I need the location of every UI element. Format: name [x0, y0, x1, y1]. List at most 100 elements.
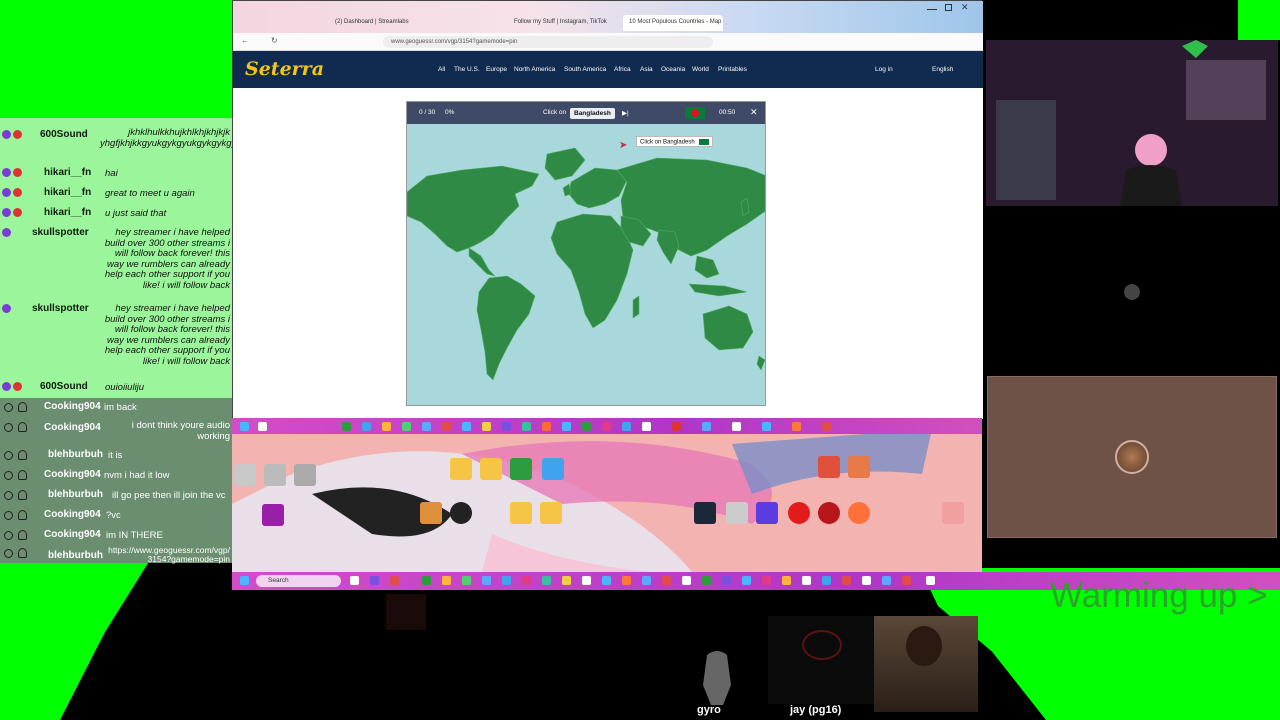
- app-icon[interactable]: [562, 576, 571, 585]
- app-icon[interactable]: [482, 576, 491, 585]
- app-icon[interactable]: [542, 576, 551, 585]
- folder-icon[interactable]: [480, 458, 502, 480]
- folder-icon[interactable]: [540, 502, 562, 524]
- desktop-icon[interactable]: [942, 502, 964, 524]
- app-icon[interactable]: [842, 576, 851, 585]
- nav-item[interactable]: North America: [514, 66, 555, 73]
- app-icon[interactable]: [462, 422, 471, 431]
- app-icon[interactable]: [522, 422, 531, 431]
- desktop-icon[interactable]: [294, 464, 316, 486]
- app-icon[interactable]: [622, 422, 631, 431]
- desktop-icon[interactable]: [848, 456, 870, 478]
- start-icon[interactable]: [240, 576, 249, 585]
- world-map[interactable]: [407, 124, 766, 406]
- maximize-icon[interactable]: [945, 4, 952, 11]
- app-icon[interactable]: [370, 576, 379, 585]
- nav-item[interactable]: All: [438, 66, 445, 73]
- nav-item[interactable]: World: [692, 66, 709, 73]
- app-icon[interactable]: [390, 576, 399, 585]
- app-icon[interactable]: [642, 422, 651, 431]
- app-icon[interactable]: [792, 422, 801, 431]
- desktop-icon[interactable]: [262, 504, 284, 526]
- folder-icon[interactable]: [450, 458, 472, 480]
- app-icon[interactable]: [926, 576, 935, 585]
- site-logo[interactable]: Seterra: [245, 58, 324, 80]
- app-icon[interactable]: [442, 422, 451, 431]
- steam-icon[interactable]: [694, 502, 716, 524]
- nav-item[interactable]: The U.S.: [454, 66, 480, 73]
- minimize-icon[interactable]: [927, 4, 937, 10]
- app-icon[interactable]: [582, 576, 591, 585]
- app-icon[interactable]: [462, 576, 471, 585]
- app-icon[interactable]: [542, 422, 551, 431]
- app-icon[interactable]: [782, 576, 791, 585]
- app-icon[interactable]: [562, 422, 571, 431]
- app-icon[interactable]: [422, 422, 431, 431]
- app-icon[interactable]: [702, 576, 711, 585]
- app-icon[interactable]: [662, 576, 671, 585]
- opera-gx-icon[interactable]: [818, 502, 840, 524]
- nav-item[interactable]: Printables: [718, 66, 747, 73]
- app-icon[interactable]: [802, 576, 811, 585]
- desktop-icon[interactable]: [818, 456, 840, 478]
- app-shortcut-icon[interactable]: [542, 458, 564, 480]
- app-icon[interactable]: [822, 422, 831, 431]
- app-icon[interactable]: [422, 576, 431, 585]
- app-icon[interactable]: [672, 422, 681, 431]
- obs-icon[interactable]: [450, 502, 472, 524]
- app-icon[interactable]: [482, 422, 491, 431]
- app-icon[interactable]: [722, 576, 731, 585]
- app-icon[interactable]: [682, 576, 691, 585]
- nav-item[interactable]: Europe: [486, 66, 507, 73]
- app-icon[interactable]: [762, 422, 771, 431]
- url-input[interactable]: www.geoguessr.com/vgp/3154?gamemode=pin: [383, 36, 713, 48]
- app-icon[interactable]: [882, 576, 891, 585]
- folder-icon[interactable]: [510, 502, 532, 524]
- app-icon[interactable]: [362, 422, 371, 431]
- app-icon[interactable]: [742, 576, 751, 585]
- desktop-icon[interactable]: [726, 502, 748, 524]
- browser-tab-active[interactable]: 10 Most Populous Countries - Map: [623, 15, 723, 31]
- login-link[interactable]: Log in: [875, 66, 893, 73]
- app-icon[interactable]: [342, 422, 351, 431]
- nav-item[interactable]: Asia: [640, 66, 653, 73]
- close-icon[interactable]: ✕: [961, 2, 969, 13]
- app-icon[interactable]: [602, 422, 611, 431]
- skip-icon[interactable]: ▶|: [622, 109, 629, 117]
- app-icon[interactable]: [442, 576, 451, 585]
- app-icon[interactable]: [382, 422, 391, 431]
- browser-tab[interactable]: Follow my Stuff | Instagram, TikTok: [508, 15, 618, 31]
- app-icon[interactable]: [902, 576, 911, 585]
- app-icon[interactable]: [522, 576, 531, 585]
- app-icon[interactable]: [402, 422, 411, 431]
- language-select[interactable]: English: [932, 66, 953, 73]
- nav-item[interactable]: Oceania: [661, 66, 685, 73]
- desktop-icon[interactable]: [420, 502, 442, 524]
- app-icon[interactable]: [732, 422, 741, 431]
- app-icon[interactable]: [622, 576, 631, 585]
- app-icon[interactable]: [602, 576, 611, 585]
- app-icon[interactable]: [502, 576, 511, 585]
- start-icon[interactable]: [240, 422, 249, 431]
- browser-tab[interactable]: (2) Dashboard | Streamlabs: [329, 15, 419, 31]
- app-icon[interactable]: [822, 576, 831, 585]
- close-quiz-icon[interactable]: ✕: [750, 107, 758, 118]
- nav-item[interactable]: South America: [564, 66, 606, 73]
- desktop-icon[interactable]: [756, 502, 778, 524]
- nvidia-icon[interactable]: [510, 458, 532, 480]
- back-icon[interactable]: ←: [241, 36, 249, 45]
- app-icon[interactable]: [762, 576, 771, 585]
- desktop-icon[interactable]: [264, 464, 286, 486]
- app-icon[interactable]: [702, 422, 711, 431]
- app-icon[interactable]: [350, 576, 359, 585]
- reload-icon[interactable]: ↻: [271, 36, 278, 45]
- app-icon[interactable]: [862, 576, 871, 585]
- app-icon[interactable]: [642, 576, 651, 585]
- search-icon[interactable]: [258, 422, 267, 431]
- app-icon[interactable]: [502, 422, 511, 431]
- taskbar-search[interactable]: Search: [256, 575, 341, 587]
- firefox-icon[interactable]: [848, 502, 870, 524]
- nav-item[interactable]: Africa: [614, 66, 631, 73]
- opera-icon[interactable]: [788, 502, 810, 524]
- app-icon[interactable]: [582, 422, 591, 431]
